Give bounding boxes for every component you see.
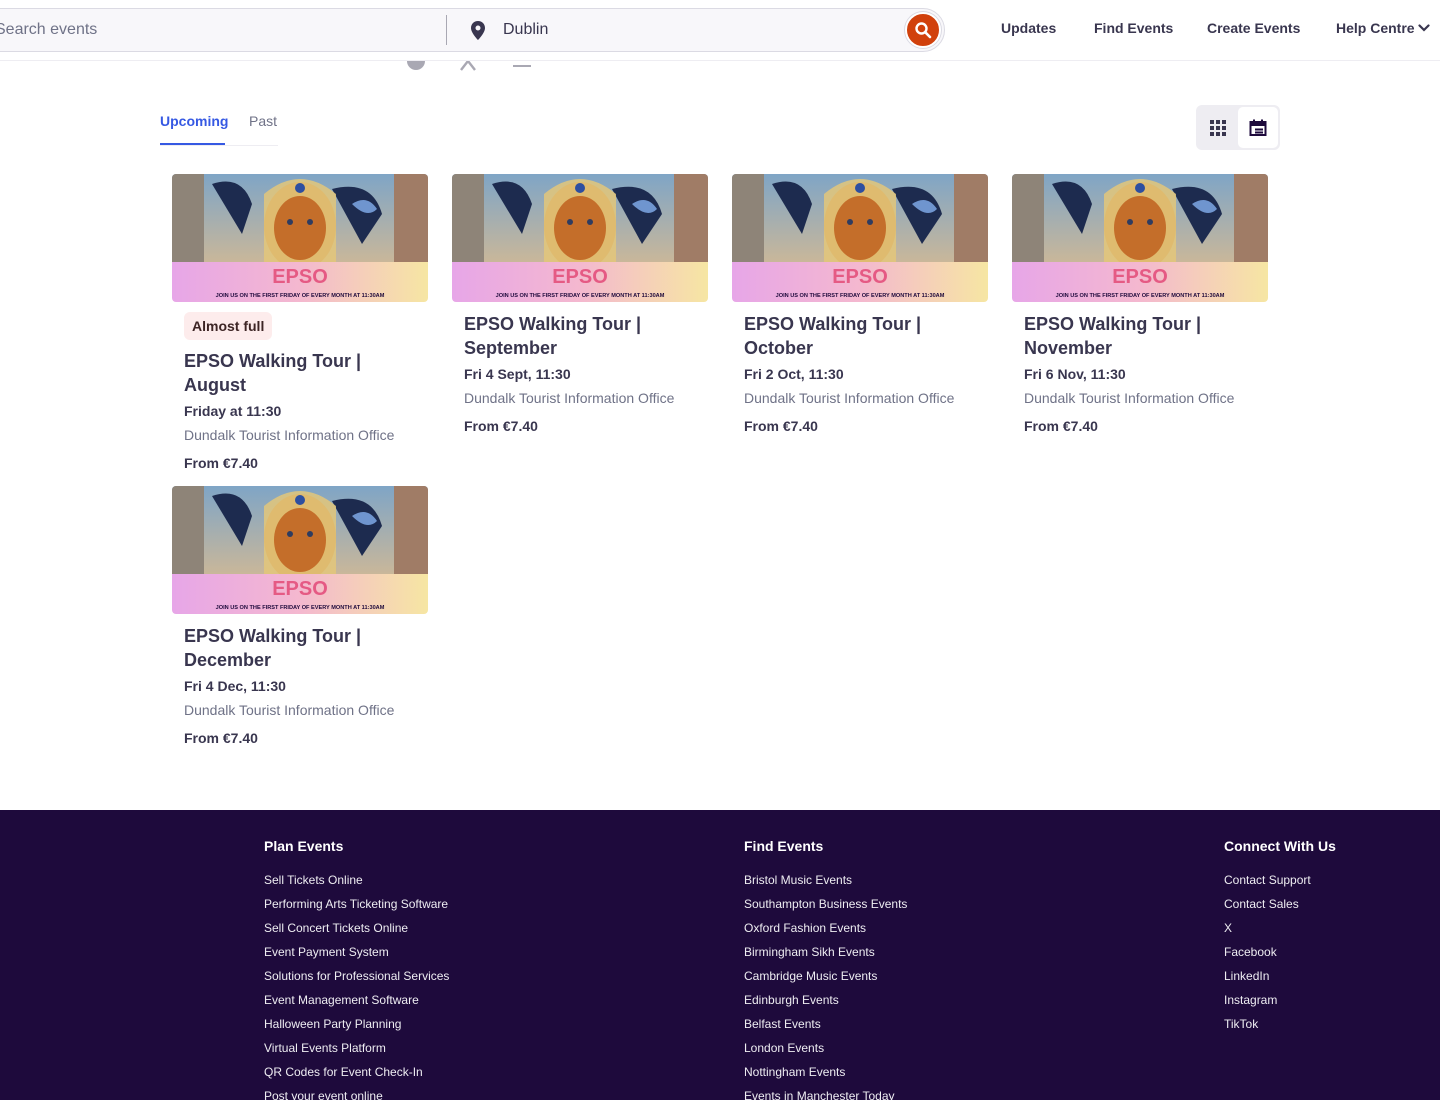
status-badge: Almost full: [184, 312, 273, 340]
event-image: EPSO JOIN US ON THE FIRST FRIDAY OF EVER…: [452, 174, 708, 302]
tab-active-indicator: [160, 143, 225, 145]
calendar-view-icon: [1249, 119, 1267, 136]
event-title[interactable]: EPSO Walking Tour | December: [184, 624, 424, 672]
location-field[interactable]: Dublin: [503, 21, 548, 39]
event-date: Fri 4 Dec, 11:30: [184, 678, 286, 694]
event-image: EPSO JOIN US ON THE FIRST FRIDAY OF EVER…: [172, 174, 428, 302]
chevron-down-icon[interactable]: [1418, 24, 1430, 32]
footer-link[interactable]: Events in Manchester Today: [744, 1088, 907, 1100]
event-image-tagline: JOIN US ON THE FIRST FRIDAY OF EVERY MON…: [216, 293, 385, 299]
footer-link[interactable]: Edinburgh Events: [744, 992, 907, 1016]
footer-link[interactable]: TikTok: [1224, 1016, 1336, 1040]
event-venue: Dundalk Tourist Information Office: [1024, 390, 1235, 406]
event-title[interactable]: EPSO Walking Tour | September: [464, 312, 704, 360]
event-image: EPSO JOIN US ON THE FIRST FRIDAY OF EVER…: [732, 174, 988, 302]
event-price: From €7.40: [184, 455, 258, 471]
grid-view-button[interactable]: [1198, 107, 1238, 148]
footer-link[interactable]: Sell Tickets Online: [264, 872, 449, 896]
search-bar: Dublin: [0, 8, 945, 52]
grid-view-icon: [1210, 119, 1226, 136]
event-tabs: Upcoming Past: [160, 106, 278, 146]
footer-link[interactable]: Facebook: [1224, 944, 1336, 968]
nav-help-centre[interactable]: Help Centre: [1336, 20, 1415, 36]
search-icon: [915, 22, 932, 39]
event-date: Fri 6 Nov, 11:30: [1024, 366, 1126, 382]
search-button[interactable]: [905, 12, 941, 48]
footer-plan-events: Plan Events Sell Tickets Online Performi…: [264, 838, 449, 1100]
tab-past[interactable]: Past: [249, 113, 277, 129]
event-venue: Dundalk Tourist Information Office: [744, 390, 955, 406]
nav-updates[interactable]: Updates: [1001, 20, 1056, 36]
event-image-logo: EPSO: [832, 266, 888, 288]
footer-link[interactable]: Cambridge Music Events: [744, 968, 907, 992]
event-image-tagline: JOIN US ON THE FIRST FRIDAY OF EVERY MON…: [1056, 293, 1225, 299]
footer-link[interactable]: Performing Arts Ticketing Software: [264, 896, 449, 920]
event-price: From €7.40: [744, 418, 818, 434]
footer-link[interactable]: Halloween Party Planning: [264, 1016, 449, 1040]
footer-link[interactable]: London Events: [744, 1040, 907, 1064]
calendar-view-button[interactable]: [1238, 107, 1278, 148]
footer-connect: Connect With Us Contact Support Contact …: [1224, 838, 1336, 1040]
footer-link[interactable]: Solutions for Professional Services: [264, 968, 449, 992]
tab-upcoming[interactable]: Upcoming: [160, 113, 228, 129]
footer-link[interactable]: Instagram: [1224, 992, 1336, 1016]
footer-link[interactable]: X: [1224, 920, 1336, 944]
share-icons: [0, 61, 1440, 73]
event-image-logo: EPSO: [272, 578, 328, 600]
footer-link[interactable]: Contact Sales: [1224, 896, 1336, 920]
nav-find-events[interactable]: Find Events: [1094, 20, 1173, 36]
event-date: Fri 2 Oct, 11:30: [744, 366, 844, 382]
footer-heading: Connect With Us: [1224, 838, 1336, 854]
event-price: From €7.40: [1024, 418, 1098, 434]
nav-create-events[interactable]: Create Events: [1207, 20, 1300, 36]
email-icon[interactable]: [512, 61, 532, 71]
top-header: Dublin Updates Find Events Create Events…: [0, 0, 1440, 61]
view-toggle: [1196, 105, 1280, 150]
footer-link[interactable]: Belfast Events: [744, 1016, 907, 1040]
event-date: Fri 4 Sept, 11:30: [464, 366, 571, 382]
event-title[interactable]: EPSO Walking Tour | August: [184, 349, 424, 397]
footer-link[interactable]: Contact Support: [1224, 872, 1336, 896]
footer-link[interactable]: QR Codes for Event Check-In: [264, 1064, 449, 1088]
event-date: Friday at 11:30: [184, 403, 282, 419]
event-price: From €7.40: [184, 730, 258, 746]
event-image-logo: EPSO: [272, 266, 328, 288]
footer-link[interactable]: LinkedIn: [1224, 968, 1336, 992]
footer-link[interactable]: Event Payment System: [264, 944, 449, 968]
search-divider: [446, 15, 447, 45]
event-image-logo: EPSO: [552, 266, 608, 288]
event-image: EPSO JOIN US ON THE FIRST FRIDAY OF EVER…: [1012, 174, 1268, 302]
footer-link[interactable]: Virtual Events Platform: [264, 1040, 449, 1064]
footer-heading: Plan Events: [264, 838, 344, 854]
event-image: EPSO JOIN US ON THE FIRST FRIDAY OF EVER…: [172, 486, 428, 614]
location-pin-icon: [471, 21, 485, 40]
facebook-icon[interactable]: [406, 61, 426, 71]
footer-link[interactable]: Birmingham Sikh Events: [744, 944, 907, 968]
footer-link[interactable]: Nottingham Events: [744, 1064, 907, 1088]
footer-link[interactable]: Bristol Music Events: [744, 872, 907, 896]
footer-find-events: Find Events Bristol Music Events Southam…: [744, 838, 907, 1100]
event-image-tagline: JOIN US ON THE FIRST FRIDAY OF EVERY MON…: [776, 293, 945, 299]
event-price: From €7.40: [464, 418, 538, 434]
footer-link[interactable]: Post your event online: [264, 1088, 449, 1100]
event-title[interactable]: EPSO Walking Tour | October: [744, 312, 984, 360]
event-image-tagline: JOIN US ON THE FIRST FRIDAY OF EVERY MON…: [496, 293, 665, 299]
search-input[interactable]: [0, 9, 446, 51]
x-icon[interactable]: [458, 61, 478, 71]
footer-link[interactable]: Sell Concert Tickets Online: [264, 920, 449, 944]
event-title[interactable]: EPSO Walking Tour | November: [1024, 312, 1264, 360]
event-venue: Dundalk Tourist Information Office: [464, 390, 675, 406]
event-venue: Dundalk Tourist Information Office: [184, 702, 395, 718]
footer-link[interactable]: Southampton Business Events: [744, 896, 907, 920]
footer-link[interactable]: Oxford Fashion Events: [744, 920, 907, 944]
site-footer: Plan Events Sell Tickets Online Performi…: [0, 810, 1440, 1100]
event-venue: Dundalk Tourist Information Office: [184, 427, 395, 443]
footer-heading: Find Events: [744, 838, 824, 854]
event-image-logo: EPSO: [1112, 266, 1168, 288]
footer-link[interactable]: Event Management Software: [264, 992, 449, 1016]
event-image-tagline: JOIN US ON THE FIRST FRIDAY OF EVERY MON…: [216, 605, 385, 611]
